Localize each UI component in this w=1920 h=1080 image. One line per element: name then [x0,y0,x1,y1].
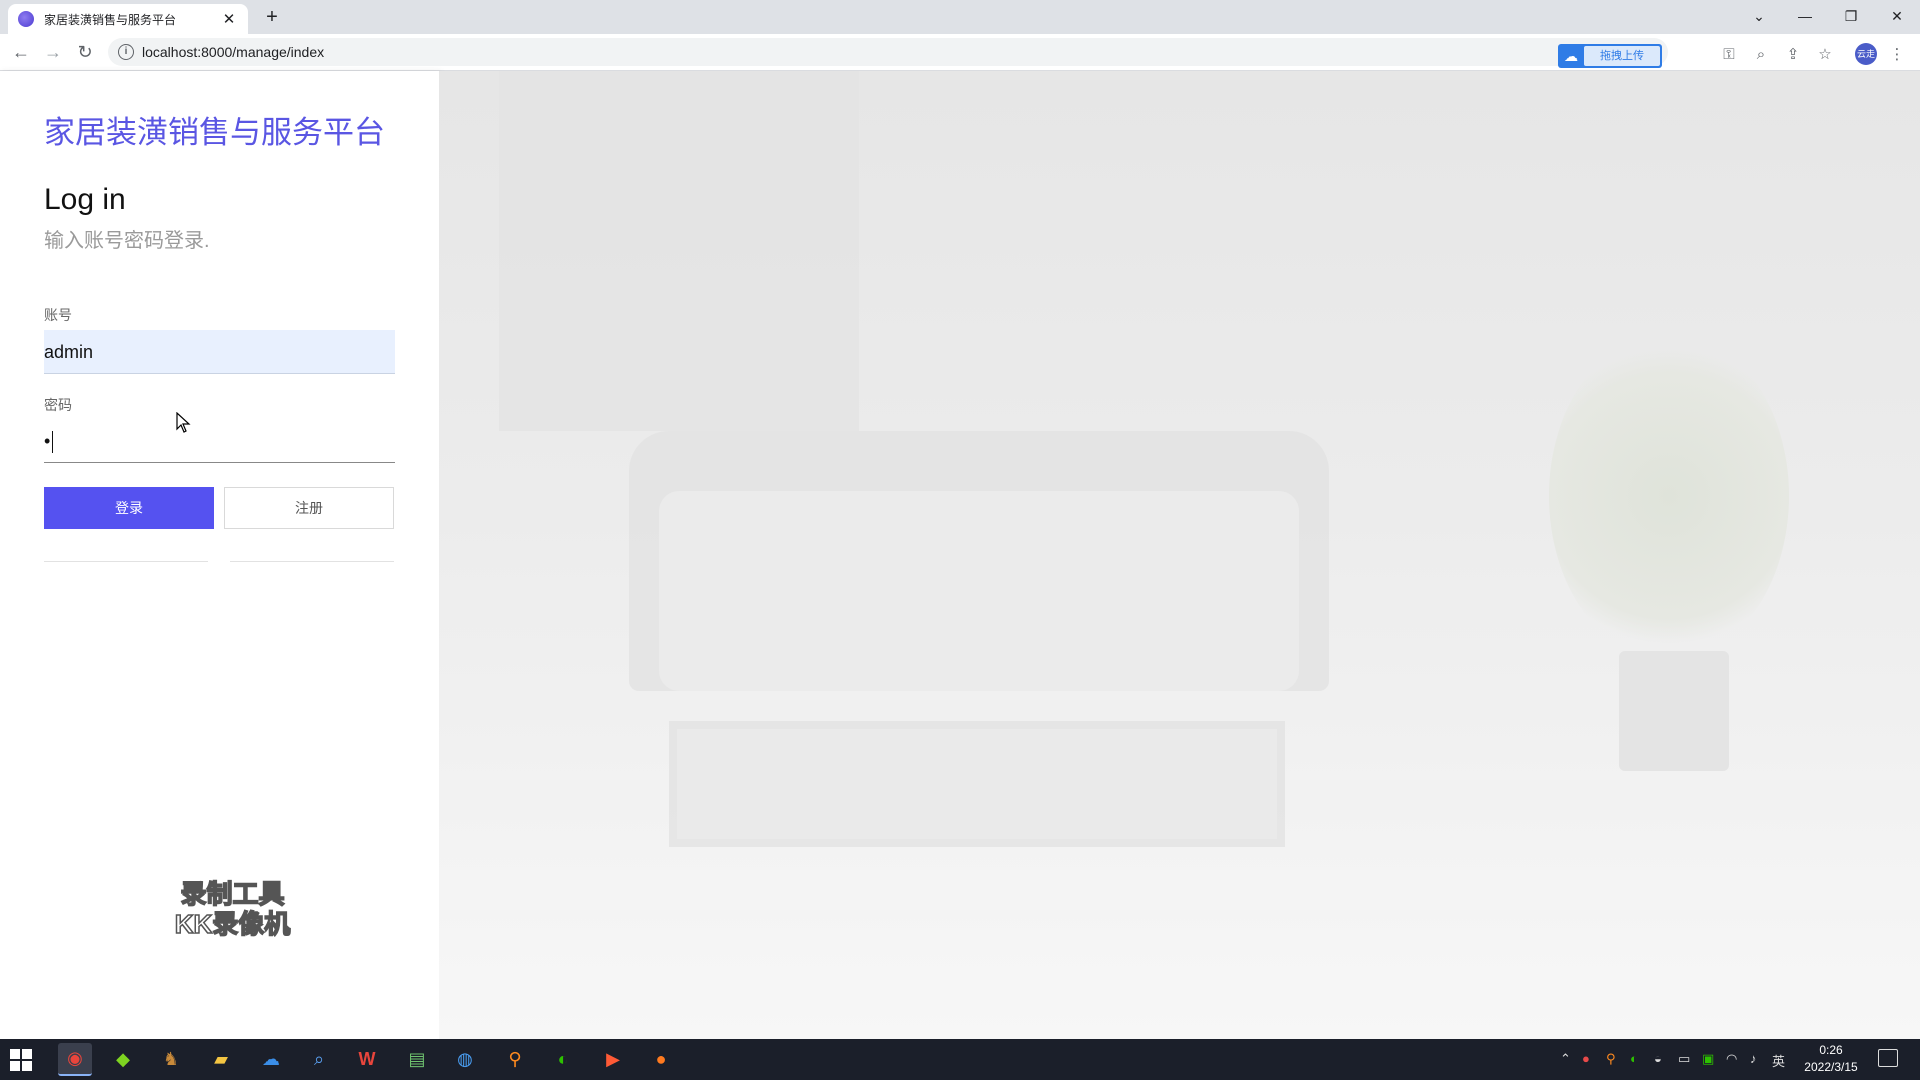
divider-right [230,561,394,562]
extension-label: 拖拽上传 [1584,46,1660,66]
zoom-icon[interactable]: ⌕ [1748,42,1774,68]
restore-button[interactable]: ❐ [1828,2,1874,30]
recorder-app-icon[interactable]: ▶ [596,1043,630,1076]
forward-arrow-icon[interactable]: → [41,40,65,64]
globe-browser-icon[interactable]: ◍ [448,1043,482,1076]
background-plant [1549,331,1789,661]
search-tool-icon[interactable]: ⌕ [302,1043,336,1076]
tray-qq-icon[interactable]: ◒ [1654,1051,1662,1066]
address-bar[interactable]: i localhost:8000/manage/index [108,38,1668,66]
tray-green-app-icon[interactable]: ▣ [1702,1051,1714,1067]
file-explorer-icon[interactable]: ▰ [204,1043,238,1076]
tab-title: 家居装潢销售与服务平台 [44,12,177,27]
recorder-watermark: 录制工具 KK录像机 [160,878,305,940]
baidu-netdisk-icon[interactable]: ☁ [254,1043,288,1076]
bookmark-star-icon[interactable]: ☆ [1812,42,1838,68]
everything-search-icon[interactable]: ⚲ [498,1043,532,1076]
background-coffee-table [669,721,1285,847]
profile-avatar[interactable]: 云走 [1855,43,1877,65]
clock-time: 0:26 [1819,1043,1843,1057]
background-sofa-cushions [659,491,1299,691]
wifi-icon[interactable]: ◠ [1726,1051,1737,1067]
cloud-icon: ☁ [1564,47,1578,64]
register-button[interactable]: 注册 [224,487,394,529]
login-subtitle: 输入账号密码登录. [44,230,210,252]
tray-wechat-icon[interactable]: ◐ [1630,1051,1638,1066]
share-icon[interactable]: ⇪ [1780,42,1806,68]
windows-start-icon[interactable] [10,1049,32,1071]
background-window [499,71,859,431]
site-favicon-icon [18,11,34,27]
wps-office-icon[interactable]: W [350,1043,384,1076]
background-plant-pot [1619,651,1729,771]
cloud-upload-extension[interactable]: ☁ 拖拽上传 [1558,44,1662,68]
login-button[interactable]: 登录 [44,487,214,529]
text-caret [52,431,54,454]
wechat-icon[interactable]: ◐ [546,1043,580,1076]
watermark-line1: 录制工具 [180,878,286,910]
taskbar-clock[interactable]: 0:26 2022/3/15 [1790,1042,1872,1076]
account-label: 账号 [44,307,72,323]
mouse-cursor-icon [176,412,191,433]
back-arrow-icon[interactable]: ← [9,40,33,64]
pycharm-taskbar-icon[interactable]: ◆ [106,1043,140,1076]
watermark-line2: KK录像机 [174,908,291,940]
tray-expand-icon[interactable]: ⌃ [1560,1051,1571,1067]
close-window-button[interactable]: ✕ [1874,2,1920,30]
url-text[interactable]: localhost:8000/manage/index [142,44,324,60]
tray-search-icon[interactable]: ⚲ [1606,1051,1616,1067]
new-tab-button[interactable]: + [260,6,284,29]
chrome-taskbar-icon[interactable]: ◉ [58,1043,92,1076]
password-input[interactable]: • [44,419,395,463]
kk-recorder-icon[interactable]: ● [644,1043,678,1076]
account-input[interactable]: admin [44,330,395,374]
browser-tab[interactable]: 家居装潢销售与服务平台 ✕ [8,4,248,34]
ime-indicator[interactable]: 英 [1772,1051,1785,1070]
reload-icon[interactable]: ↻ [73,40,97,64]
background-room-image [439,71,1920,1039]
volume-icon[interactable]: ♪ [1750,1051,1757,1066]
tab-search-chevron-icon[interactable]: ⌄ [1736,2,1782,30]
password-label: 密码 [44,397,72,413]
game-taskbar-icon[interactable]: ♞ [154,1043,188,1076]
login-panel: 家居装潢销售与服务平台 Log in 输入账号密码登录. 账号 admin 密码… [0,71,439,1039]
clock-date: 2022/3/15 [1804,1060,1858,1074]
tray-device-icon[interactable]: ▭ [1678,1051,1690,1067]
notepad-icon[interactable]: ▤ [400,1043,434,1076]
windows-taskbar: ◉ ◆ ♞ ▰ ☁ ⌕ W ▤ ◍ ⚲ ◐ ▶ ● ⌃ ● ⚲ ◐ ◒ ▭ ▣ … [0,1039,1920,1080]
tray-security-icon[interactable]: ● [1582,1051,1590,1066]
menu-kebab-icon[interactable]: ⋮ [1884,42,1910,68]
close-tab-icon[interactable]: ✕ [220,10,238,28]
browser-tab-strip: 家居装潢销售与服务平台 ✕ + ⌄ — ❐ ✕ [0,0,1920,34]
site-title: 家居装潢销售与服务平台 [44,115,385,150]
login-heading: Log in [44,183,126,216]
site-info-icon[interactable]: i [118,44,134,60]
key-icon[interactable]: ⚿ [1716,42,1742,68]
minimize-button[interactable]: — [1782,2,1828,30]
password-mask: • [44,431,51,451]
notification-center-icon[interactable] [1878,1049,1898,1067]
divider-left [44,561,208,562]
